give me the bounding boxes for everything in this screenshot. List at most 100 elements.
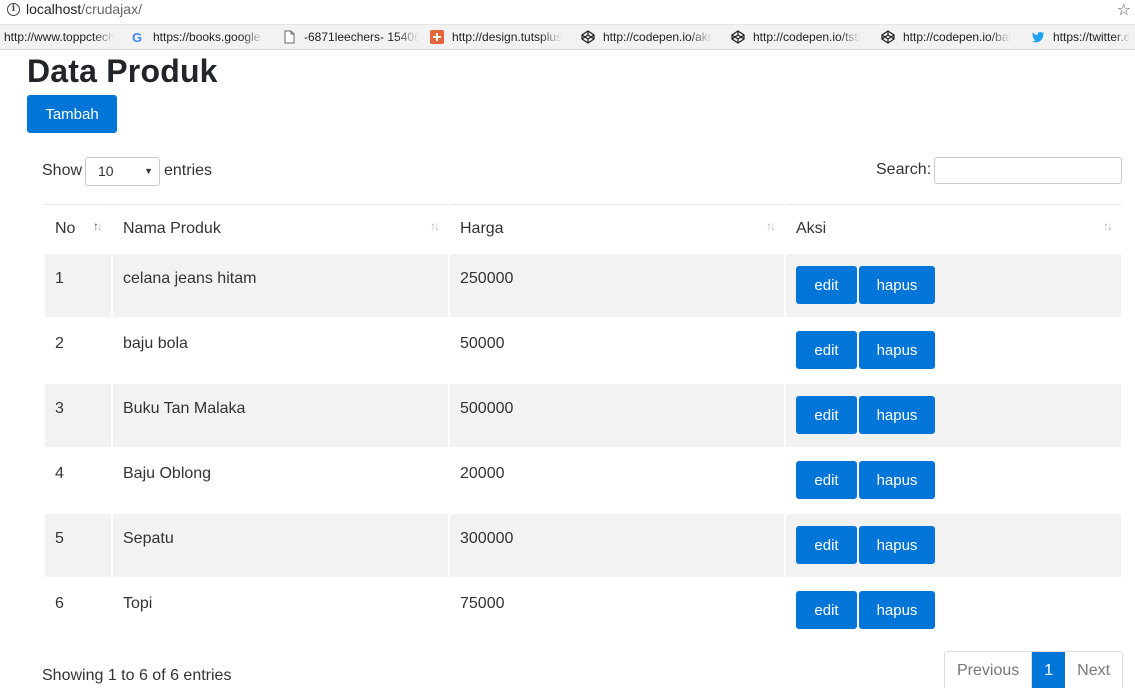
cell-harga: 20000 — [450, 449, 784, 512]
table-row: 3 Buku Tan Malaka 500000 edit hapus — [45, 384, 1121, 447]
cell-harga: 250000 — [450, 254, 784, 317]
entries-label: entries — [164, 162, 213, 179]
delete-button[interactable]: hapus — [859, 591, 935, 629]
delete-button[interactable]: hapus — [859, 526, 935, 564]
cell-harga: 500000 — [450, 384, 784, 447]
bookmark-label: -6871leechers- 15406 — [304, 30, 419, 44]
product-table: No ↑↓ Nama Produk ↑↓ Harga ↑↓ Aksi ↑↓ 1 … — [43, 202, 1123, 644]
bookmark-label: https://twitter.c — [1053, 30, 1130, 44]
svg-text:G: G — [132, 30, 142, 44]
cell-nama-produk: Topi — [113, 579, 448, 642]
url-path: /crudajax/ — [81, 1, 142, 17]
cell-no: 6 — [45, 579, 111, 642]
bookmark-item[interactable]: http://design.tutsplus — [430, 30, 567, 44]
select-caret-icon: ▼ — [144, 166, 153, 176]
entries-length-value: 10 — [98, 163, 114, 179]
column-header-harga[interactable]: Harga ↑↓ — [450, 204, 784, 252]
bookmark-item[interactable]: http://codepen.io/akr — [581, 30, 718, 44]
bookmark-item[interactable]: http://www.toppctech — [4, 30, 118, 44]
cell-no: 2 — [45, 319, 111, 382]
edit-button[interactable]: edit — [796, 266, 857, 304]
delete-button[interactable]: hapus — [859, 331, 935, 369]
column-header-nama-produk[interactable]: Nama Produk ↑↓ — [113, 204, 448, 252]
table-row: 4 Baju Oblong 20000 edit hapus — [45, 449, 1121, 512]
table-row: 6 Topi 75000 edit hapus — [45, 579, 1121, 642]
sort-asc-icon: ↑↓ — [93, 219, 103, 233]
bookmarks-bar: http://www.toppctech G https://books.goo… — [0, 24, 1135, 50]
table-info: Showing 1 to 6 of 6 entries — [42, 667, 232, 684]
table-row: 2 baju bola 50000 edit hapus — [45, 319, 1121, 382]
entries-length-select[interactable]: 10 ▼ — [85, 157, 160, 186]
delete-button[interactable]: hapus — [859, 266, 935, 304]
document-icon — [282, 30, 296, 44]
sort-icon: ↑↓ — [1103, 219, 1113, 233]
codepen-icon — [581, 30, 595, 44]
info-icon[interactable]: i — [7, 3, 20, 16]
column-header-aksi[interactable]: Aksi ↑↓ — [786, 204, 1121, 252]
next-page-button[interactable]: Next — [1065, 652, 1123, 688]
column-header-no[interactable]: No ↑↓ — [45, 204, 111, 252]
url-host: localhost — [26, 1, 82, 17]
bookmark-item[interactable]: https://twitter.c — [1031, 30, 1135, 44]
cell-aksi: edit hapus — [786, 254, 1121, 317]
table-row: 5 Sepatu 300000 edit hapus — [45, 514, 1121, 577]
cell-nama-produk: Sepatu — [113, 514, 448, 577]
sort-icon: ↑↓ — [766, 219, 776, 233]
show-label: Show — [42, 162, 83, 179]
bookmark-label: http://codepen.io/akr — [603, 30, 712, 44]
cell-aksi: edit hapus — [786, 514, 1121, 577]
page-1-button[interactable]: 1 — [1032, 652, 1066, 688]
cell-no: 4 — [45, 449, 111, 512]
bookmark-label: http://codepen.io/tsti — [753, 30, 861, 44]
cell-no: 3 — [45, 384, 111, 447]
previous-page-button[interactable]: Previous — [945, 652, 1033, 688]
bookmark-label: https://books.google. — [153, 30, 264, 44]
cell-no: 5 — [45, 514, 111, 577]
cell-aksi: edit hapus — [786, 384, 1121, 447]
table-header-row: No ↑↓ Nama Produk ↑↓ Harga ↑↓ Aksi ↑↓ — [45, 204, 1121, 252]
search-label: Search: — [876, 161, 932, 178]
page-title: Data Produk — [27, 53, 218, 89]
codepen-icon — [731, 30, 745, 44]
cell-aksi: edit hapus — [786, 319, 1121, 382]
edit-button[interactable]: edit — [796, 396, 857, 434]
search-input[interactable] — [934, 157, 1122, 184]
edit-button[interactable]: edit — [796, 526, 857, 564]
table-row: 1 celana jeans hitam 250000 edit hapus — [45, 254, 1121, 317]
cell-nama-produk: Baju Oblong — [113, 449, 448, 512]
google-icon: G — [131, 30, 145, 44]
cell-no: 1 — [45, 254, 111, 317]
twitter-icon — [1031, 30, 1045, 44]
add-product-button[interactable]: Tambah — [27, 95, 117, 133]
sort-icon: ↑↓ — [430, 219, 440, 233]
bookmark-item[interactable]: http://codepen.io/bal — [881, 30, 1018, 44]
cell-nama-produk: celana jeans hitam — [113, 254, 448, 317]
edit-button[interactable]: edit — [796, 331, 857, 369]
address-bar[interactable]: i localhost/crudajax/ ☆ — [0, 0, 1135, 24]
star-icon[interactable]: ☆ — [1117, 0, 1131, 20]
cell-nama-produk: Buku Tan Malaka — [113, 384, 448, 447]
column-header-label: Nama Produk — [123, 219, 221, 237]
delete-button[interactable]: hapus — [859, 461, 935, 499]
cell-harga: 50000 — [450, 319, 784, 382]
edit-button[interactable]: edit — [796, 461, 857, 499]
bookmark-label: http://codepen.io/bal — [903, 30, 1012, 44]
url-text[interactable]: localhost/crudajax/ — [26, 1, 142, 17]
column-header-label: Aksi — [796, 219, 827, 237]
edit-button[interactable]: edit — [796, 591, 857, 629]
cell-harga: 300000 — [450, 514, 784, 577]
bookmark-item[interactable]: -6871leechers- 15406 — [282, 30, 419, 44]
tutsplus-icon — [430, 30, 444, 44]
bookmark-label: http://design.tutsplus — [452, 30, 563, 44]
codepen-icon — [881, 30, 895, 44]
column-header-label: Harga — [460, 219, 504, 237]
pagination: Previous 1 Next — [944, 651, 1124, 688]
cell-harga: 75000 — [450, 579, 784, 642]
bookmark-item[interactable]: G https://books.google. — [131, 30, 268, 44]
cell-nama-produk: baju bola — [113, 319, 448, 382]
bookmark-item[interactable]: http://codepen.io/tsti — [731, 30, 868, 44]
column-header-label: No — [55, 219, 76, 237]
delete-button[interactable]: hapus — [859, 396, 935, 434]
cell-aksi: edit hapus — [786, 579, 1121, 642]
bookmark-label: http://www.toppctech — [4, 30, 115, 44]
